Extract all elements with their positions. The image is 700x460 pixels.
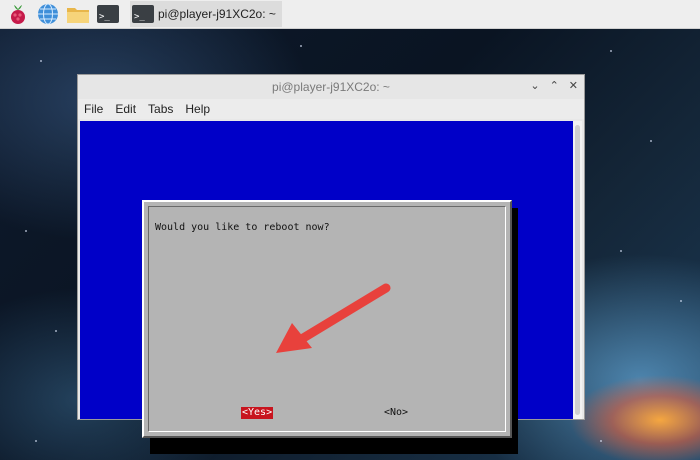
- reboot-dialog: Would you like to reboot now? <Yes> <No>: [142, 200, 512, 438]
- terminal-area[interactable]: Would you like to reboot now? <Yes> <No>: [80, 121, 573, 454]
- terminal-glyph: >_: [97, 5, 119, 23]
- menu-edit[interactable]: Edit: [115, 102, 136, 116]
- web-browser-icon[interactable]: [36, 2, 60, 26]
- menu-help[interactable]: Help: [185, 102, 210, 116]
- dialog-frame: [148, 206, 506, 432]
- close-icon[interactable]: ✕: [569, 79, 578, 92]
- no-button[interactable]: <No>: [384, 407, 408, 419]
- task-terminal-icon: >_: [132, 5, 154, 23]
- minimize-icon[interactable]: ⌄: [530, 79, 539, 92]
- taskbar: >_ >_ pi@player-j91XC2o: ~: [0, 0, 700, 29]
- raspberry-menu-icon[interactable]: [6, 2, 30, 26]
- terminal-scrollbar[interactable]: [573, 121, 582, 419]
- window-title: pi@player-j91XC2o: ~: [272, 80, 390, 94]
- file-manager-icon[interactable]: [66, 2, 90, 26]
- window-titlebar[interactable]: pi@player-j91XC2o: ~ ⌄ ⌃ ✕: [78, 75, 584, 99]
- maximize-icon[interactable]: ⌃: [550, 79, 559, 92]
- task-label: pi@player-j91XC2o: ~: [158, 7, 276, 21]
- yes-button[interactable]: <Yes>: [241, 407, 274, 419]
- taskbar-task-terminal[interactable]: >_ pi@player-j91XC2o: ~: [130, 1, 282, 27]
- menubar: File Edit Tabs Help: [78, 99, 584, 119]
- window-controls: ⌄ ⌃ ✕: [530, 79, 578, 92]
- terminal-window: pi@player-j91XC2o: ~ ⌄ ⌃ ✕ File Edit Tab…: [77, 74, 585, 454]
- dialog-question: Would you like to reboot now?: [155, 222, 330, 233]
- menu-file[interactable]: File: [84, 102, 103, 116]
- terminal-icon[interactable]: >_: [96, 2, 120, 26]
- scrollbar-thumb[interactable]: [575, 125, 580, 415]
- menu-tabs[interactable]: Tabs: [148, 102, 173, 116]
